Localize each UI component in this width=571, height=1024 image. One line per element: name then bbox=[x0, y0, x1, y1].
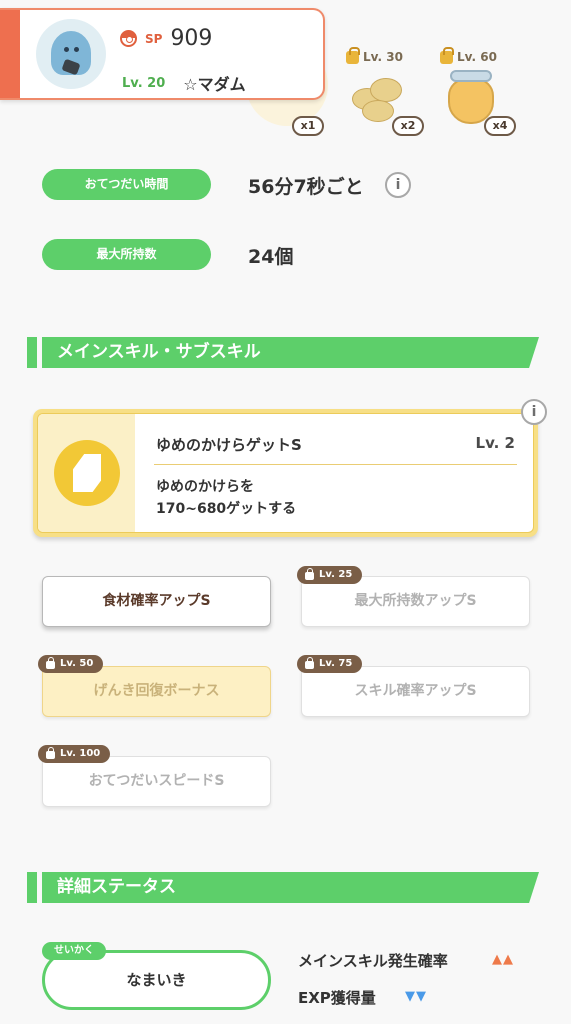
pokemon-eye-left bbox=[64, 47, 69, 52]
shard-shape bbox=[73, 454, 101, 492]
nature-effect-down-label: EXP獲得量 bbox=[298, 989, 376, 1007]
max-carry-value: 24個 bbox=[248, 246, 294, 268]
main-skill-divider bbox=[154, 464, 517, 465]
pokemon-header-card[interactable]: SP 909 Lv. 20 ☆マダム bbox=[0, 8, 325, 100]
nature-effect-up-label: メインスキル発生確率 bbox=[298, 952, 448, 970]
main-skill-level: Lv. 2 bbox=[475, 434, 515, 452]
main-skill-description-line2: 170~680ゲットする bbox=[156, 501, 297, 517]
up-arrows-icon: ▲▲ bbox=[492, 952, 514, 967]
sp-row: SP 909 bbox=[120, 26, 212, 51]
header-stripe bbox=[0, 10, 20, 98]
sub-skill-4-unlock-level: Lv. 75 bbox=[319, 658, 353, 669]
sub-skill-3-button[interactable]: げんき回復ボーナス bbox=[42, 666, 271, 717]
skills-section-title: メインスキル・サブスキル bbox=[57, 342, 261, 362]
section-tab bbox=[27, 872, 37, 903]
sp-label: SP bbox=[145, 31, 163, 46]
help-time-info-button[interactable]: i bbox=[385, 172, 411, 198]
lock-icon bbox=[46, 657, 55, 669]
down-arrows-icon: ▼▼ bbox=[405, 989, 427, 1004]
main-skill-description: ゆめのかけらを 170~680ゲットする bbox=[156, 476, 296, 520]
nature-effect-down: EXP獲得量 bbox=[298, 987, 376, 1008]
sub-skill-3-unlock-level: Lv. 50 bbox=[60, 658, 94, 669]
lock-icon bbox=[305, 568, 314, 580]
help-time-value: 56分7秒ごと bbox=[248, 176, 364, 198]
potato-icon-2 bbox=[370, 78, 402, 102]
ingredient-unlock-2: Lv. 30 bbox=[346, 46, 403, 64]
sub-skill-2-lock-tag: Lv. 25 bbox=[297, 566, 363, 584]
ingredient-unlock-3: Lv. 60 bbox=[440, 46, 497, 64]
pokeball-icon bbox=[120, 30, 137, 47]
ingredient-quantity-3: x4 bbox=[484, 116, 516, 136]
max-carry-label: 最大所持数 bbox=[42, 239, 211, 270]
sub-skill-5-unlock-level: Lv. 100 bbox=[60, 748, 101, 759]
sp-value: 909 bbox=[170, 26, 213, 51]
ingredient-unlock-level-3: Lv. 60 bbox=[457, 50, 497, 64]
main-skill-name: ゆめのかけらゲットS bbox=[156, 436, 302, 454]
sub-skill-5-lock-tag: Lv. 100 bbox=[38, 745, 111, 763]
dream-shard-icon bbox=[54, 440, 120, 506]
main-skill-icon-area bbox=[38, 414, 135, 532]
ingredient-quantity-1: x1 bbox=[292, 116, 324, 136]
details-section-title: 詳細ステータス bbox=[57, 877, 176, 897]
sub-skill-5-button[interactable]: おてつだいスピードS bbox=[42, 756, 271, 807]
lock-icon bbox=[346, 46, 360, 64]
section-tab bbox=[27, 337, 37, 368]
lock-icon bbox=[440, 46, 454, 64]
sub-skill-3-lock-tag: Lv. 50 bbox=[38, 655, 104, 673]
skills-section-header: メインスキル・サブスキル bbox=[27, 337, 539, 368]
details-section-header: 詳細ステータス bbox=[27, 872, 539, 903]
nature-tag: せいかく bbox=[42, 942, 106, 960]
sub-skill-4-lock-tag: Lv. 75 bbox=[297, 655, 363, 673]
main-skill-inner: ゆめのかけらゲットS Lv. 2 ゆめのかけらを 170~680ゲットする bbox=[37, 413, 534, 533]
sub-skill-4-button[interactable]: スキル確率アップS bbox=[301, 666, 530, 717]
pokemon-eye-right bbox=[74, 47, 79, 52]
ingredient-unlock-level-2: Lv. 30 bbox=[363, 50, 403, 64]
potato-icon-3 bbox=[362, 100, 394, 122]
ingredient-slot-2[interactable]: x2 bbox=[338, 66, 424, 148]
main-skill-card[interactable]: ゆめのかけらゲットS Lv. 2 ゆめのかけらを 170~680ゲットする bbox=[33, 409, 538, 537]
main-skill-info-button[interactable]: i bbox=[521, 399, 547, 425]
sub-skill-1-button[interactable]: 食材確率アップS bbox=[42, 576, 271, 627]
lock-icon bbox=[46, 747, 55, 759]
pokemon-nickname: ☆マダム bbox=[183, 75, 246, 94]
pokemon-avatar bbox=[36, 19, 106, 89]
honey-lid bbox=[450, 70, 492, 82]
main-skill-description-line1: ゆめのかけらを bbox=[156, 479, 254, 495]
nature-effect-up: メインスキル発生確率 bbox=[298, 950, 448, 971]
level-row: Lv. 20 ☆マダム bbox=[122, 71, 246, 95]
help-time-label: おてつだい時間 bbox=[42, 169, 211, 200]
ingredient-slot-3[interactable]: x4 bbox=[432, 66, 516, 148]
sub-skill-2-unlock-level: Lv. 25 bbox=[319, 569, 353, 580]
ingredient-quantity-2: x2 bbox=[392, 116, 424, 136]
pokemon-level: Lv. 20 bbox=[122, 75, 166, 91]
lock-icon bbox=[305, 657, 314, 669]
